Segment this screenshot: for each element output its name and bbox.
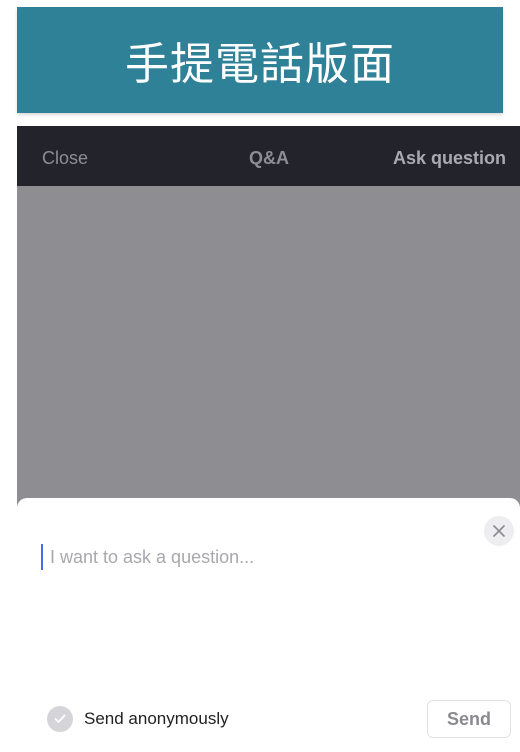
- dismiss-sheet-button[interactable]: [484, 516, 514, 546]
- send-button[interactable]: Send: [427, 700, 511, 738]
- close-icon: [493, 525, 505, 537]
- title-banner: 手提電話版面: [17, 7, 503, 113]
- qa-top-bar: Close Q&A Ask question: [17, 126, 520, 186]
- qa-title: Q&A: [249, 148, 289, 168]
- close-button[interactable]: Close: [42, 126, 88, 186]
- checkmark-icon: [47, 706, 73, 732]
- send-anonymously-toggle[interactable]: Send anonymously: [47, 704, 229, 734]
- phone-screen: Close Q&A Ask question Send anonymously …: [17, 126, 520, 752]
- ask-question-sheet: Send anonymously Send: [17, 498, 520, 752]
- ask-question-button[interactable]: Ask question: [393, 126, 506, 186]
- send-anonymously-label: Send anonymously: [84, 709, 229, 728]
- banner-title: 手提電話版面: [125, 39, 395, 90]
- page: 手提電話版面 Close Q&A Ask question Send an: [0, 0, 520, 752]
- question-input[interactable]: [41, 544, 480, 570]
